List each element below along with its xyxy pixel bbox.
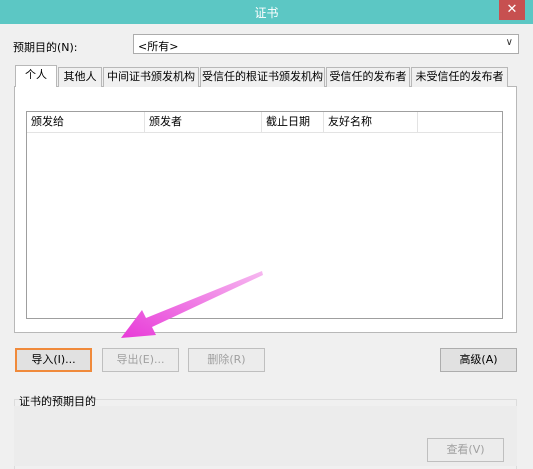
chevron-down-icon: ∨ xyxy=(505,37,513,48)
list-header: 颁发给 颁发者 截止日期 友好名称 xyxy=(27,112,502,133)
window-title: 证书 xyxy=(254,6,279,20)
purpose-label: 预期目的(N): xyxy=(13,41,78,54)
tab-other-people[interactable]: 其他人 xyxy=(58,67,102,87)
remove-button[interactable]: 删除(R) xyxy=(188,348,265,372)
purpose-group-title: 证书的预期目的 xyxy=(19,395,96,408)
column-expiration-date[interactable]: 截止日期 xyxy=(262,112,324,132)
column-issued-to[interactable]: 颁发给 xyxy=(27,112,145,132)
close-button[interactable]: ✕ xyxy=(499,0,525,20)
view-button[interactable]: 查看(V) xyxy=(427,438,504,462)
close-icon: ✕ xyxy=(506,2,518,17)
certificate-list[interactable]: 颁发给 颁发者 截止日期 友好名称 xyxy=(26,111,503,319)
tab-trusted-publishers[interactable]: 受信任的发布者 xyxy=(326,67,410,87)
export-button[interactable]: 导出(E)... xyxy=(102,348,179,372)
tab-trusted-root-ca[interactable]: 受信任的根证书颁发机构 xyxy=(200,67,325,87)
tab-personal[interactable]: 个人 xyxy=(15,65,57,87)
purpose-dropdown[interactable]: <所有> ∨ xyxy=(133,34,519,54)
tab-untrusted-publishers[interactable]: 未受信任的发布者 xyxy=(411,67,508,87)
title-bar: 证书 ✕ xyxy=(0,0,533,24)
tab-intermediate-ca[interactable]: 中间证书颁发机构 xyxy=(103,67,199,87)
import-button[interactable]: 导入(I)... xyxy=(15,348,92,372)
column-friendly-name[interactable]: 友好名称 xyxy=(324,112,418,132)
purpose-selected-value: <所有> xyxy=(138,40,179,53)
advanced-button[interactable]: 高级(A) xyxy=(440,348,517,372)
column-issued-by[interactable]: 颁发者 xyxy=(145,112,262,132)
